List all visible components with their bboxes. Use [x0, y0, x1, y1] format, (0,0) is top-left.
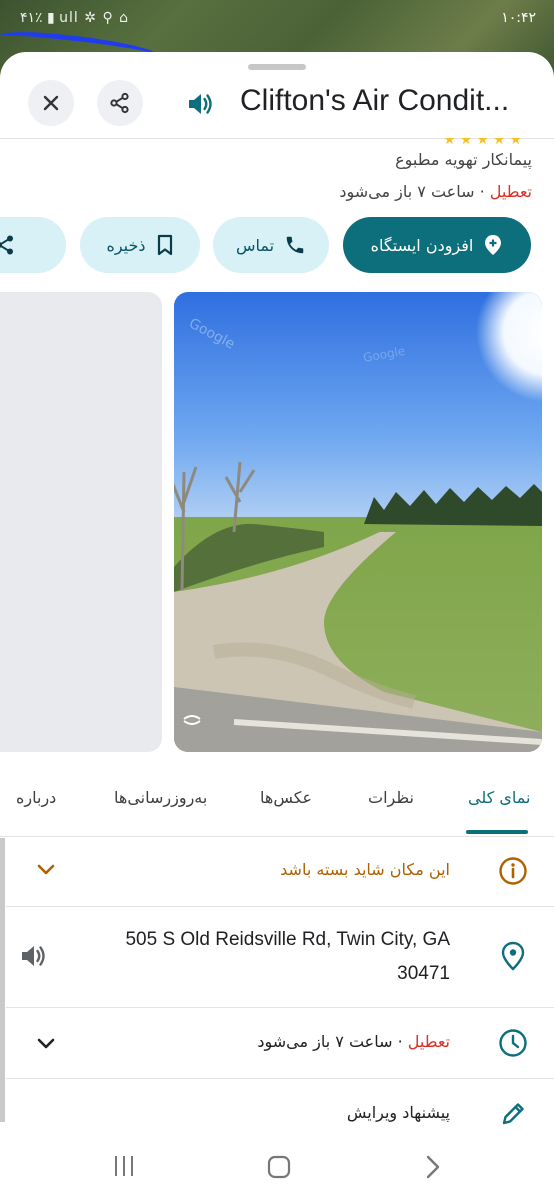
- maybe-closed-row[interactable]: این مکان شاید بسته باشد: [0, 838, 554, 906]
- hours-closed-label: تعطیل: [407, 1032, 450, 1051]
- address-row[interactable]: 505 S Old Reidsville Rd, Twin City, GA 3…: [0, 907, 554, 1007]
- active-tab-indicator: [466, 830, 528, 834]
- status-time: ۱۰:۴۲: [501, 10, 536, 26]
- share-button[interactable]: اش: [0, 217, 66, 273]
- expand-hours-chevron-icon[interactable]: [36, 1036, 56, 1055]
- photo-thumbnail-placeholder[interactable]: [0, 292, 162, 752]
- add-stop-button[interactable]: افزودن ایستگاه: [343, 217, 531, 273]
- speaker-icon: [189, 94, 212, 114]
- expand-chevron-icon[interactable]: [36, 862, 56, 881]
- tabs-divider: [0, 836, 554, 837]
- speaker-icon: [22, 946, 45, 966]
- suggest-edit-row[interactable]: پیشنهاد ویرایش: [0, 1079, 554, 1149]
- read-address-aloud-button[interactable]: [18, 941, 50, 975]
- street-view-photo[interactable]: Google Google: [174, 292, 542, 752]
- tab-updates[interactable]: به‌روزرسانی‌ها: [114, 788, 207, 807]
- save-button[interactable]: ذخیره: [80, 217, 200, 273]
- home-icon: [267, 1155, 291, 1179]
- hours-opens-label: · ساعت ۷ باز می‌شود: [257, 1032, 408, 1051]
- place-bottom-sheet: Clifton's Air Condit... ★★★★★ پیمانکار ت…: [0, 52, 554, 1200]
- call-button[interactable]: تماس: [213, 217, 329, 273]
- place-tabs: نمای کلی نظرات عکس‌ها به‌روزرسانی‌ها درب…: [0, 772, 554, 836]
- rating-stars: ★★★★★: [443, 132, 526, 148]
- suggest-edit-text: پیشنهاد ویرایش: [346, 1103, 450, 1122]
- share-icon: [0, 235, 13, 255]
- place-category: پیمانکار تهویه مطبوع: [395, 150, 532, 169]
- tab-reviews[interactable]: نظرات: [368, 788, 414, 807]
- hours-summary[interactable]: تعطیل · ساعت ۷ باز می‌شود: [339, 182, 532, 201]
- hours-row[interactable]: تعطیل · ساعت ۷ باز می‌شود: [0, 1008, 554, 1078]
- place-title: Clifton's Air Condit...: [240, 84, 510, 117]
- address-text: 505 S Old Reidsville Rd, Twin City, GA 3…: [125, 929, 450, 984]
- status-bar: ۴۱٪ ▮ ull ✲ ⚲ ⌂ ۱۰:۴۲: [0, 0, 554, 40]
- location-pin-add-icon: [485, 235, 502, 255]
- share-icon: [110, 92, 129, 114]
- info-icon: [498, 856, 528, 886]
- street-view-image: Google Google: [174, 292, 542, 752]
- clock-icon: [498, 1028, 528, 1058]
- recent-apps-icon: [115, 1156, 133, 1176]
- closed-label: تعطیل: [489, 182, 532, 201]
- recent-apps-button[interactable]: [112, 1154, 136, 1185]
- tab-about[interactable]: درباره: [16, 788, 56, 807]
- status-indicators: ۴۱٪ ▮ ull ✲ ⚲ ⌂: [20, 10, 130, 26]
- chevron-right-icon: [426, 1155, 440, 1179]
- close-button[interactable]: [28, 80, 74, 126]
- maybe-closed-text: این مکان شاید بسته باشد: [280, 860, 450, 879]
- hours-text: تعطیل · ساعت ۷ باز می‌شود: [257, 1032, 450, 1051]
- save-label: ذخیره: [106, 235, 146, 255]
- pencil-icon: [498, 1099, 528, 1129]
- system-nav-bar: [0, 1140, 554, 1200]
- bookmark-icon: [157, 234, 172, 256]
- add-stop-label: افزودن ایستگاه: [370, 235, 474, 255]
- phone-icon: [286, 236, 304, 254]
- back-button[interactable]: [424, 1154, 442, 1187]
- location-pin-icon: [498, 941, 528, 971]
- share-header-button[interactable]: [97, 80, 143, 126]
- call-label: تماس: [235, 235, 275, 255]
- read-aloud-button[interactable]: [178, 82, 222, 126]
- home-button[interactable]: [266, 1154, 292, 1187]
- opens-at-label: · ساعت ۷ باز می‌شود: [339, 182, 490, 201]
- tab-overview[interactable]: نمای کلی: [468, 788, 530, 807]
- drag-handle[interactable]: [248, 64, 306, 70]
- close-icon: [43, 95, 59, 111]
- tab-photos[interactable]: عکس‌ها: [260, 788, 312, 807]
